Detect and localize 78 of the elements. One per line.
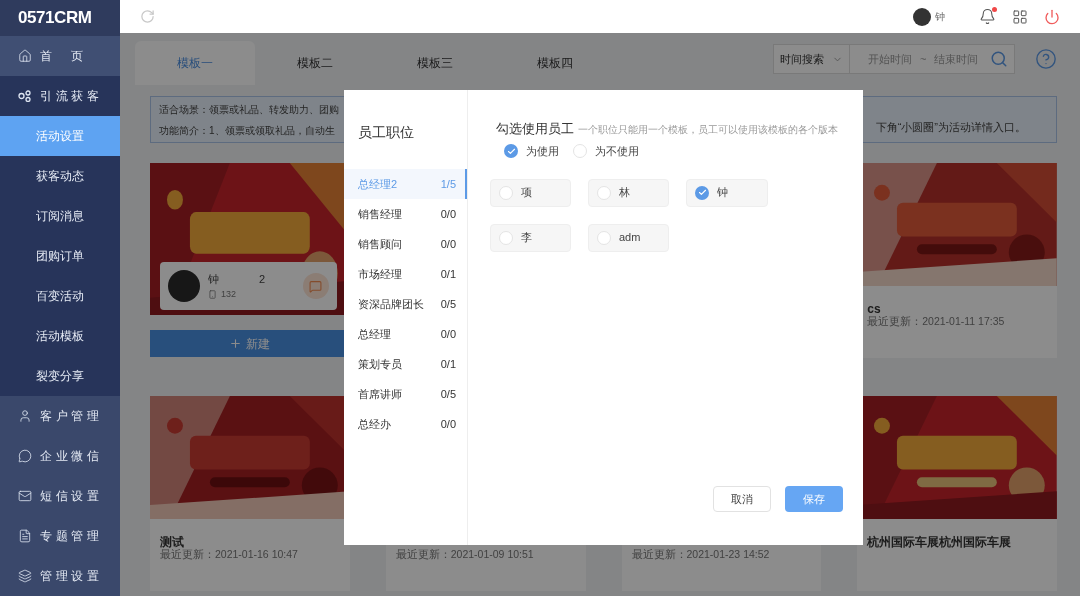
updated-time: 最近更新：2021-01-23 14:52	[630, 547, 771, 562]
sidebar-item[interactable]: 管理设置	[0, 556, 120, 596]
employees-title: 勾选使用员工	[496, 122, 574, 135]
position-item[interactable]: 销售经理 0/0	[344, 199, 467, 229]
radio[interactable]	[499, 185, 513, 200]
sidebar-item[interactable]: 引流获客	[0, 76, 120, 116]
sidebar-subitem[interactable]: 裂变分享	[0, 356, 120, 396]
radio[interactable]	[597, 230, 611, 245]
sidebar-subitem[interactable]: 获客动态	[0, 156, 120, 196]
sidebar-subitem[interactable]: 活动模板	[0, 316, 120, 356]
cancel-button[interactable]: 取消	[713, 486, 771, 512]
layers-icon	[18, 569, 32, 583]
search-mode-dropdown[interactable]: 时间搜索	[774, 45, 850, 73]
legend-label: 为使用	[526, 144, 559, 159]
radio[interactable]	[597, 185, 611, 200]
notification-button[interactable]	[979, 8, 996, 25]
card-title: 杭州国际车展杭州国际车展	[867, 535, 1012, 549]
card-title: cs	[867, 302, 881, 316]
creator-name: 钟	[208, 272, 219, 287]
chat-button[interactable]	[302, 273, 329, 299]
check-icon	[697, 188, 707, 197]
radio[interactable]	[499, 230, 513, 245]
template-tab[interactable]: 模板二	[255, 41, 375, 85]
updated-time: 最近更新：2021-01-09 10:51	[394, 547, 535, 562]
user-avatar[interactable]	[913, 7, 931, 26]
info-text: 下角“小圆圈”为活动详情入口。	[875, 119, 1026, 135]
updated-time: 最近更新：2021-01-11 17:35	[866, 314, 1006, 329]
info-text: 功能简介：1、领票或领取礼品，自动生	[159, 123, 336, 138]
sidebar-item[interactable]: 专题管理	[0, 516, 120, 556]
document-icon	[18, 529, 32, 543]
position-item[interactable]: 销售顾问 0/0	[344, 229, 467, 259]
sidebar-subitem[interactable]: 订阅消息	[0, 196, 120, 236]
sidebar-subitem[interactable]: 百变活动	[0, 276, 120, 316]
sidebar-item[interactable]: 客户管理	[0, 396, 120, 436]
creator-name-suffix: 2	[259, 272, 266, 287]
sidebar-subitem[interactable]: 团购订单	[0, 236, 120, 276]
legend-label: 为不使用	[595, 144, 639, 159]
card-title: 测试	[160, 535, 184, 549]
apps-icon[interactable]	[1012, 8, 1028, 25]
template-card[interactable]: 杭州国际车展杭州国际车展	[857, 396, 1057, 591]
updated-time: 最近更新：2021-01-16 10:47	[159, 548, 299, 562]
nodes-icon	[18, 90, 32, 102]
logo: 0571CRM	[18, 7, 92, 30]
refresh-icon[interactable]	[140, 9, 155, 24]
template-card[interactable]: 测试 最近更新：2021-01-16 10:47	[150, 396, 350, 591]
range-separator: ~	[920, 51, 927, 67]
template-tab[interactable]: 模板四	[495, 41, 615, 85]
chat-icon	[309, 279, 323, 293]
employee-option[interactable]: 钟	[686, 178, 768, 207]
avatar	[168, 270, 200, 302]
employee-option[interactable]: adm	[588, 223, 669, 252]
phone-number: 132	[221, 287, 237, 301]
position-item[interactable]: 市场经理 0/1	[344, 259, 467, 289]
employee-option[interactable]: 李	[490, 223, 571, 252]
help-icon[interactable]	[1035, 48, 1057, 70]
power-icon[interactable]	[1044, 8, 1060, 25]
chat-bubble-icon	[18, 449, 32, 463]
check-icon	[506, 146, 516, 156]
home-icon	[18, 49, 32, 63]
employee-option[interactable]: 林	[588, 178, 669, 207]
checked-radio[interactable]	[695, 185, 709, 200]
position-item[interactable]: 资深品牌团长 0/5	[344, 289, 467, 319]
radio[interactable]	[573, 144, 587, 159]
user-name[interactable]: 钟	[935, 9, 975, 24]
plus-icon	[229, 337, 243, 350]
phone-icon	[208, 289, 217, 299]
user-icon	[18, 409, 32, 423]
checked-radio[interactable]	[504, 144, 518, 159]
sidebar-item[interactable]: 首页	[0, 36, 120, 76]
sidebar-item[interactable]: 短信设置	[0, 476, 120, 516]
bell-icon	[979, 8, 996, 25]
employee-option[interactable]: 项	[490, 178, 571, 207]
info-text: 适合场景：领票或礼品、转发助力、团购	[159, 102, 339, 117]
sidebar-item[interactable]: 企业微信	[0, 436, 120, 476]
template-tab[interactable]: 模板三	[375, 41, 495, 85]
search-icon[interactable]	[990, 50, 1008, 68]
positions-title: 员工职位	[357, 123, 415, 142]
mail-icon	[18, 489, 32, 503]
